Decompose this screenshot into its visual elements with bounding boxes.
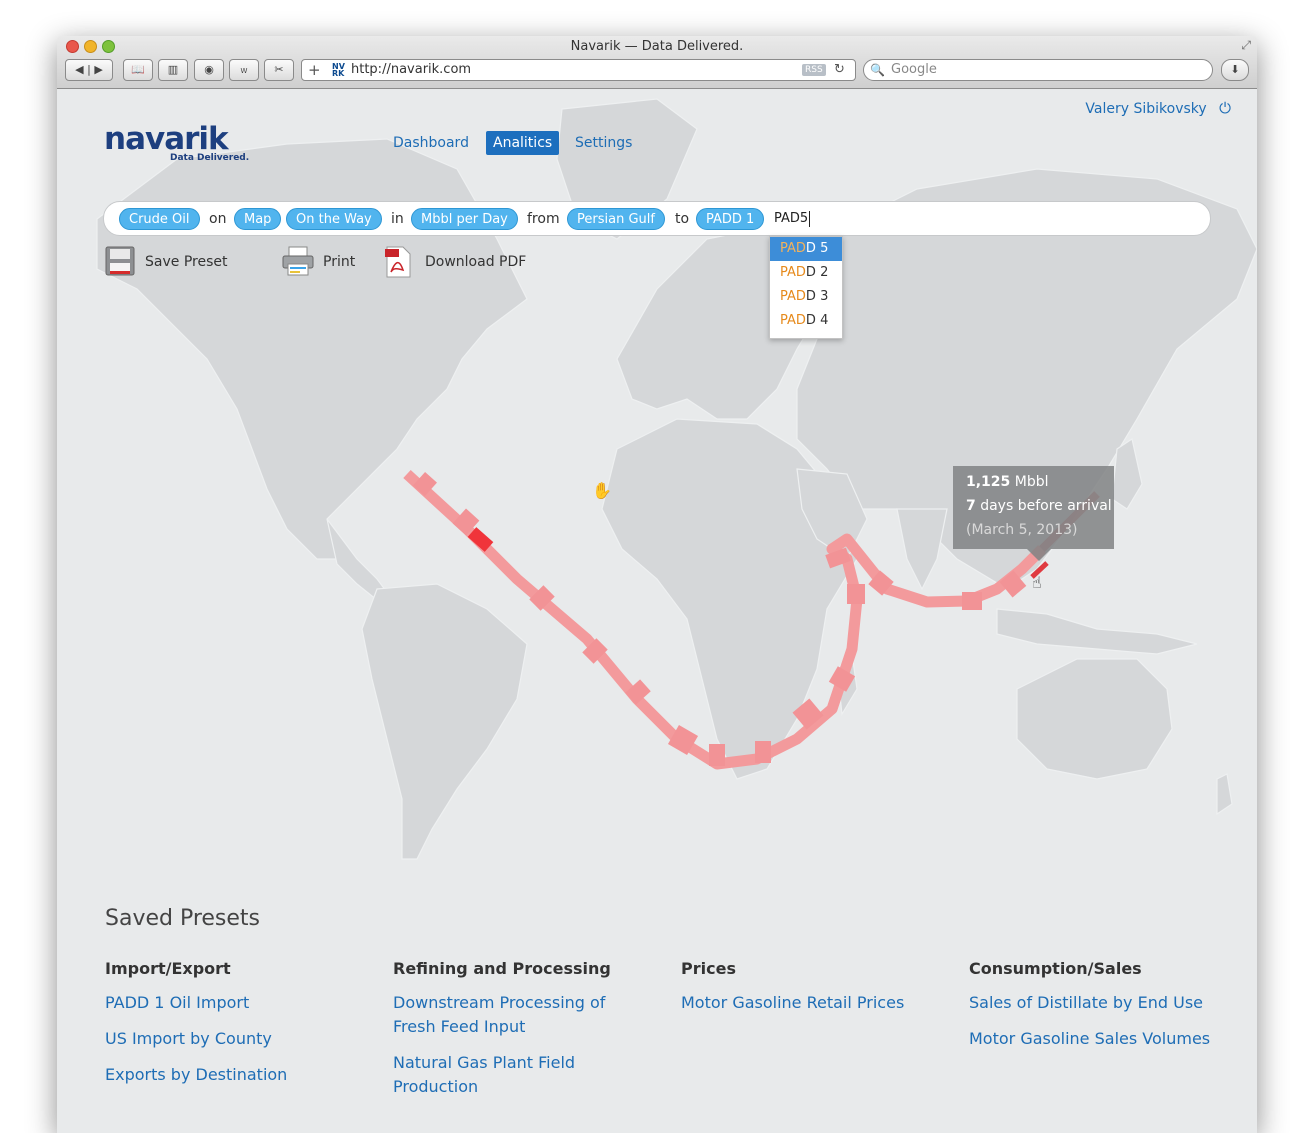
indian-subcontinent — [896, 508, 948, 591]
book-icon: 📖 — [131, 63, 145, 76]
preset-link[interactable]: Motor Gasoline Retail Prices — [681, 991, 931, 1015]
browser-window: Navarik — Data Delivered. ⤢ ◀ | ▶ 📖 ▥ ◉ … — [57, 36, 1257, 1133]
token-origin[interactable]: Persian Gulf — [567, 208, 665, 230]
japan-islands — [1111, 438, 1143, 510]
search-field[interactable]: 🔍 Google — [863, 59, 1213, 81]
reload-icon[interactable]: ↻ — [834, 60, 845, 80]
logo-wordmark: navarik — [104, 121, 229, 157]
printer-icon — [282, 246, 314, 276]
nav-dashboard[interactable]: Dashboard — [393, 131, 469, 155]
navarik-logo[interactable]: navarik Data Delivered. — [104, 121, 249, 163]
suggestion-padd-5[interactable]: PADD 5 — [770, 237, 842, 261]
preset-heading: Consumption/Sales — [969, 959, 1142, 978]
preset-link[interactable]: Sales of Distillate by End Use — [969, 991, 1229, 1015]
address-bar[interactable]: + NV RK http://navarik.com RSS ↻ — [301, 59, 856, 81]
site-favicon: NV RK — [332, 62, 345, 78]
word-button[interactable]: W — [229, 59, 259, 81]
logo-tagline: Data Delivered. — [170, 153, 250, 163]
preset-link[interactable]: Motor Gasoline Sales Volumes — [969, 1027, 1229, 1051]
add-bookmark-icon[interactable]: + — [308, 60, 321, 80]
preset-link[interactable]: Exports by Destination — [105, 1063, 355, 1087]
query-word-on: on — [209, 211, 227, 227]
preset-column-consumption: Consumption/Sales Sales of Distillate by… — [969, 959, 1229, 1051]
save-preset-label: Save Preset — [145, 254, 228, 270]
suggestion-padd-2[interactable]: PADD 2 — [770, 261, 842, 285]
autocomplete-dropdown: PADD 5 PADD 2 PADD 3 PADD 4 — [769, 236, 843, 339]
preset-column-prices: Prices Motor Gasoline Retail Prices — [681, 959, 931, 1015]
preset-heading: Refining and Processing — [393, 959, 611, 978]
extension-button[interactable]: ◉ — [194, 59, 224, 81]
route-highlight-segment — [467, 527, 494, 552]
preset-link[interactable]: US Import by County — [105, 1027, 355, 1051]
query-word-in: in — [391, 211, 404, 227]
back-forward-buttons[interactable]: ◀ | ▶ — [65, 59, 113, 81]
rss-badge[interactable]: RSS — [802, 64, 826, 76]
route-segment-block — [847, 584, 865, 604]
route-segment-block — [962, 592, 982, 610]
preset-heading: Import/Export — [105, 959, 231, 978]
tooltip-eta: 7 days before arrival — [966, 498, 1112, 514]
preset-link[interactable]: Natural Gas Plant Field Production — [393, 1051, 618, 1099]
bookmarks-button[interactable]: ▥ — [158, 59, 188, 81]
search-placeholder: Google — [891, 62, 937, 77]
word-icon: W — [240, 67, 248, 75]
pdf-icon — [385, 246, 411, 278]
suggestion-padd-3[interactable]: PADD 3 — [770, 285, 842, 309]
pointer-hand-cursor-icon: ☝ — [1032, 573, 1042, 592]
token-unit[interactable]: Mbbl per Day — [411, 208, 518, 230]
clip-button[interactable]: ✂ — [264, 59, 294, 81]
token-status[interactable]: On the Way — [286, 208, 382, 230]
route-segment-block — [709, 744, 725, 766]
indonesia-islands — [996, 608, 1198, 655]
shipment-tooltip: 1,125 Mbbl 7 days before arrival (March … — [953, 466, 1114, 549]
forward-arrow-icon[interactable]: ▶ — [94, 63, 102, 76]
preset-heading: Prices — [681, 959, 736, 978]
query-word-from: from — [527, 211, 560, 227]
scissors-icon: ✂ — [274, 63, 284, 76]
token-view[interactable]: Map — [234, 208, 282, 230]
user-menu[interactable]: Valery Sibikovsky ⏻ — [1085, 99, 1231, 117]
floppy-disk-icon — [105, 246, 135, 276]
download-icon: ⬇ — [1230, 63, 1240, 76]
tooltip-date: (March 5, 2013) — [966, 522, 1078, 538]
query-builder[interactable]: Crude Oil on Map On the Way in Mbbl per … — [103, 201, 1211, 236]
page-content: Valery Sibikovsky ⏻ navarik Data Deliver… — [57, 89, 1257, 1133]
download-pdf-label: Download PDF — [425, 254, 527, 270]
suggestion-padd-4[interactable]: PADD 4 — [770, 309, 842, 333]
print-label: Print — [323, 254, 356, 270]
search-icon: 🔍 — [870, 63, 885, 77]
window-title: Navarik — Data Delivered. — [570, 39, 744, 54]
query-word-to: to — [675, 211, 690, 227]
preset-link[interactable]: Downstream Processing of Fresh Feed Inpu… — [393, 991, 618, 1039]
new-zealand — [1216, 773, 1233, 816]
query-text-input[interactable]: PAD5 — [774, 208, 808, 230]
token-commodity[interactable]: Crude Oil — [119, 208, 200, 230]
downloads-button[interactable]: ⬇ — [1221, 59, 1249, 81]
saved-presets-title: Saved Presets — [105, 906, 261, 931]
hand-cursor-icon: ✋ — [592, 481, 612, 500]
text-caret — [809, 211, 810, 227]
fullscreen-icon[interactable]: ⤢ — [1241, 38, 1251, 53]
route-segment-block — [755, 741, 771, 763]
token-destination[interactable]: PADD 1 — [696, 208, 765, 230]
bookmarks-icon: ▥ — [167, 63, 179, 76]
preset-column-import-export: Import/Export PADD 1 Oil Import US Impor… — [105, 959, 355, 1087]
australia-landmass — [1016, 658, 1173, 780]
tooltip-volume: 1,125 Mbbl — [966, 474, 1049, 490]
reading-list-button[interactable]: 📖 — [123, 59, 153, 81]
browser-chrome: Navarik — Data Delivered. ⤢ ◀ | ▶ 📖 ▥ ◉ … — [57, 36, 1257, 89]
back-arrow-icon[interactable]: ◀ — [75, 63, 83, 76]
url-text[interactable]: http://navarik.com — [351, 60, 471, 80]
preset-link[interactable]: PADD 1 Oil Import — [105, 991, 355, 1015]
preset-column-refining: Refining and Processing Downstream Proce… — [393, 959, 618, 1099]
tooltip-pointer — [1027, 549, 1051, 561]
south-america-landmass — [361, 583, 528, 860]
user-name[interactable]: Valery Sibikovsky — [1085, 101, 1206, 117]
nav-analitics[interactable]: Analitics — [486, 131, 560, 155]
power-icon[interactable]: ⏻ — [1219, 99, 1231, 117]
nav-settings[interactable]: Settings — [575, 131, 632, 155]
extension-icon: ◉ — [204, 63, 214, 76]
